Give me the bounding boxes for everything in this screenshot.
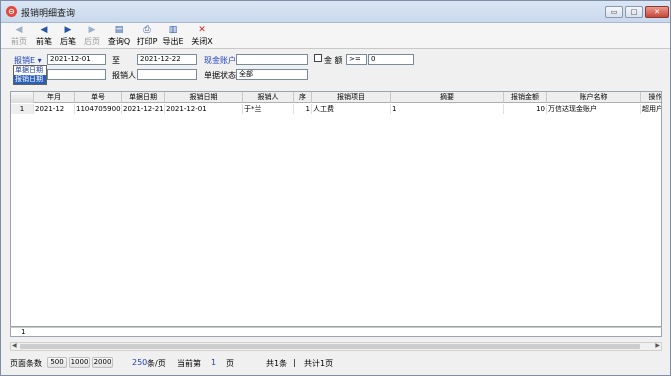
to-label: 至 — [112, 56, 120, 65]
close-label: 关闭X — [191, 37, 213, 46]
column-header[interactable]: 报销日期 — [165, 92, 243, 103]
date-type-dropdown: 单据日期 报销日期 — [13, 65, 47, 85]
doc-status-select[interactable]: 全部 — [236, 69, 308, 80]
date-from-input[interactable]: 2021-12-01 — [47, 54, 106, 65]
date-to-input[interactable]: 2021-12-22 — [137, 54, 197, 65]
column-header[interactable]: 年月 — [34, 92, 75, 103]
column-header[interactable]: 报销项目 — [312, 92, 391, 103]
column-header[interactable]: 摘要 — [391, 92, 504, 103]
scroll-right-icon[interactable]: ▶ — [655, 342, 660, 349]
first-page-button[interactable]: ◀ 前页 — [9, 24, 29, 48]
row-number: 1 — [11, 104, 34, 114]
maximize-button[interactable]: □ — [625, 6, 643, 18]
first-page-icon: ◀ — [15, 25, 23, 35]
dropdown-option[interactable]: 单据日期 — [14, 66, 46, 75]
last-page-button[interactable]: ▶ 后页 — [82, 24, 102, 48]
doc-no-input[interactable] — [47, 69, 106, 80]
column-header[interactable]: 账户名称 — [547, 92, 641, 103]
amount-checkbox[interactable] — [314, 54, 322, 62]
footer-count: 1 — [21, 328, 26, 336]
scroll-thumb[interactable] — [20, 344, 640, 349]
printer-icon: ⎙ — [143, 25, 151, 35]
column-header[interactable]: 报销金额 — [504, 92, 547, 103]
cell-reimburse-date: 2021-12-01 — [165, 104, 243, 114]
amount-operator-select[interactable]: >= — [346, 54, 367, 65]
grid-header: 年月 单号 单据日期 报销日期 报销人 序 报销项目 摘要 报销金额 账户名称 … — [11, 92, 662, 103]
column-header[interactable]: 单号 — [75, 92, 122, 103]
cell-seq: 1 — [294, 104, 312, 114]
cell-year-month: 2021-12 — [34, 104, 75, 114]
dropdown-option-selected[interactable]: 报销日期 — [14, 75, 46, 84]
toolbar: ◀ 前页 ◀ 前笔 ▶ 后笔 ▶ 后页 ▤ 查询Q ⎙ 打印P ▥ 导出E ✕ — [1, 23, 670, 49]
account-input[interactable] — [236, 54, 308, 65]
last-page-label: 后页 — [84, 37, 100, 46]
cell-summary: 1 — [391, 104, 504, 114]
close-button[interactable]: ✕ 关闭X — [189, 24, 215, 48]
prev-record-icon: ◀ — [40, 25, 48, 35]
cell-item: 人工费 — [312, 104, 391, 114]
total-records: 共1条 — [266, 359, 288, 368]
first-page-label: 前页 — [11, 37, 27, 46]
table-row[interactable]: 1 2021-12 1104705900 2021-12-21 2021-12-… — [11, 104, 661, 114]
page-size-label: 页面条数 — [10, 359, 42, 368]
prev-record-label: 前笔 — [36, 37, 52, 46]
page-size-value[interactable]: 250 — [132, 358, 147, 367]
next-record-icon: ▶ — [64, 25, 72, 35]
query-label: 查询Q — [107, 37, 131, 46]
query-button[interactable]: ▤ 查询Q — [106, 24, 132, 48]
cell-operator: 超用户 — [641, 104, 661, 114]
amount-label: 金 额 — [324, 56, 343, 65]
app-window: ⊖ 报销明细查询 ▭ □ ✕ ◀ 前页 ◀ 前笔 ▶ 后笔 ▶ 后页 ▤ 查询Q… — [0, 0, 671, 376]
last-page-icon: ▶ — [88, 25, 96, 35]
status-bar: 页面条数 500 1000 2000 250 条/页 当前第 1 页 共1条 |… — [1, 353, 670, 375]
app-icon: ⊖ — [6, 6, 17, 17]
separator: | — [293, 358, 296, 367]
cell-account-name: 万信达现金账户 — [547, 104, 641, 114]
reimburser-label: 报销人 — [112, 71, 136, 80]
total-pages: 共计1页 — [304, 359, 334, 368]
chevron-down-icon: ▾ — [37, 56, 42, 65]
export-icon: ▥ — [168, 25, 178, 35]
data-grid: 年月 单号 单据日期 报销日期 报销人 序 报销项目 摘要 报销金额 账户名称 … — [10, 91, 662, 327]
window-title: 报销明细查询 — [21, 9, 76, 19]
reimburser-input[interactable] — [137, 69, 197, 80]
cell-doc-date: 2021-12-21 — [123, 104, 165, 114]
next-record-button[interactable]: ▶ 后笔 — [58, 24, 78, 48]
page-size-2000-button[interactable]: 2000 — [92, 357, 113, 368]
prev-record-button[interactable]: ◀ 前笔 — [34, 24, 54, 48]
page-size-unit: 条/页 — [147, 359, 166, 368]
column-header[interactable]: 序 — [294, 92, 312, 103]
title-bar: ⊖ 报销明细查询 ▭ □ ✕ — [1, 1, 670, 23]
column-header[interactable]: 报销人 — [243, 92, 294, 103]
print-label: 打印P — [136, 37, 158, 46]
page-unit: 页 — [226, 359, 234, 368]
horizontal-scrollbar[interactable]: ◀ ▶ — [10, 342, 662, 351]
grid-corner[interactable] — [11, 92, 34, 103]
account-label[interactable]: 现金账户 — [204, 55, 236, 66]
cell-amount: 10 — [504, 104, 547, 114]
date-type-value: 报销E — [14, 56, 36, 65]
page-size-500-button[interactable]: 500 — [47, 357, 67, 368]
next-record-label: 后笔 — [60, 37, 76, 46]
close-icon: ✕ — [198, 25, 206, 35]
minimize-button[interactable]: ▭ — [605, 6, 623, 18]
current-page-value[interactable]: 1 — [211, 358, 216, 367]
export-label: 导出E — [162, 37, 184, 46]
filter-panel: 报销E ▾ 2021-12-01 至 2021-12-22 现金账户 金 额 >… — [1, 50, 670, 87]
scroll-left-icon[interactable]: ◀ — [12, 342, 17, 349]
column-header[interactable]: 单据日期 — [122, 92, 165, 103]
column-header[interactable]: 操作 — [641, 92, 662, 103]
current-page-label: 当前第 — [177, 359, 201, 368]
page-size-1000-button[interactable]: 1000 — [69, 357, 90, 368]
export-button[interactable]: ▥ 导出E — [160, 24, 186, 48]
cell-doc-no: 1104705900 — [76, 104, 122, 114]
grid-footer: 1 — [10, 327, 662, 337]
cell-reimburser: 于*兰 — [243, 104, 294, 114]
query-icon: ▤ — [114, 25, 124, 35]
close-window-button[interactable]: ✕ — [645, 6, 669, 18]
print-button[interactable]: ⎙ 打印P — [134, 24, 160, 48]
amount-input[interactable]: 0 — [368, 54, 414, 65]
doc-status-label: 单据状态 — [204, 71, 236, 80]
